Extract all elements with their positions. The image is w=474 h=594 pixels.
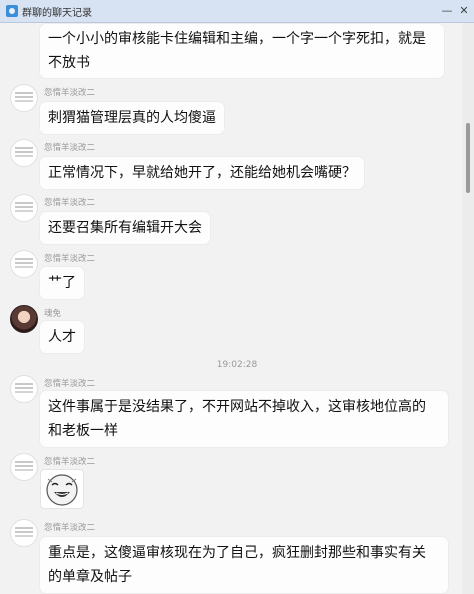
- avatar[interactable]: [10, 453, 38, 481]
- message-bubble: 正常情况下，早就给她开了，还能给她机会嘴硬？: [40, 157, 364, 189]
- sender-name: 魂免: [44, 309, 62, 319]
- message-bubble: 刺猬猫管理层真的人均傻逼: [40, 102, 224, 134]
- avatar[interactable]: [10, 139, 38, 167]
- avatar[interactable]: [10, 84, 38, 112]
- message-timestamp: 19:02:28: [216, 360, 258, 370]
- avatar[interactable]: [10, 194, 38, 222]
- message-line: 重点是，这傻逼审核现在为了自己，疯狂删封那些和事实有关: [48, 545, 426, 561]
- sender-name: 忽惰羊淡改二: [44, 254, 96, 264]
- message-line: 这件事属于是没结果了，不开网站不掉收入，这审核地位高的: [48, 399, 426, 415]
- message-bubble: 重点是，这傻逼审核现在为了自己，疯狂删封那些和事实有关 的单章及帖子: [40, 537, 448, 593]
- message-line: 的单章及帖子: [48, 569, 132, 585]
- message-bubble: 还要召集所有编辑开大会: [40, 212, 210, 244]
- minimize-button[interactable]: —: [438, 2, 456, 20]
- message-bubble: 人才: [40, 321, 84, 353]
- message-line: 和老板一样: [48, 423, 118, 439]
- sender-name: 忽惰羊淡改二: [44, 198, 96, 208]
- vertical-scrollbar[interactable]: [462, 23, 474, 594]
- title-bar: 群聊的聊天记录 — ✕: [0, 0, 474, 23]
- message-line: 一个小小的审核能卡住编辑和主编，一个字一个字死扣，就是: [48, 31, 426, 47]
- laughing-face-sticker[interactable]: [40, 469, 84, 509]
- message-bubble: 一个小小的审核能卡住编辑和主编，一个字一个字死扣，就是 不放书: [40, 24, 444, 78]
- avatar[interactable]: [10, 250, 38, 278]
- message-bubble: 艹了: [40, 267, 84, 299]
- sender-name: 忽惰羊淡改二: [44, 143, 96, 153]
- app-icon: [6, 5, 18, 17]
- sender-name: 忽惰羊淡改二: [44, 379, 96, 389]
- chat-history[interactable]: 一个小小的审核能卡住编辑和主编，一个字一个字死扣，就是 不放书 忽惰羊淡改二 刺…: [0, 23, 462, 594]
- avatar[interactable]: [10, 375, 38, 403]
- message-bubble: 这件事属于是没结果了，不开网站不掉收入，这审核地位高的 和老板一样: [40, 391, 448, 447]
- message-line: 不放书: [48, 55, 90, 71]
- scrollbar-thumb[interactable]: [466, 123, 470, 193]
- sender-name: 忽惰羊淡改二: [44, 457, 96, 467]
- window-title: 群聊的聊天记录: [22, 8, 92, 19]
- avatar[interactable]: [10, 519, 38, 547]
- sender-name: 忽惰羊淡改二: [44, 88, 96, 98]
- laughing-face-icon: [46, 474, 78, 506]
- avatar[interactable]: [10, 305, 38, 333]
- sender-name: 忽惰羊淡改二: [44, 523, 96, 533]
- close-button[interactable]: ✕: [455, 2, 473, 20]
